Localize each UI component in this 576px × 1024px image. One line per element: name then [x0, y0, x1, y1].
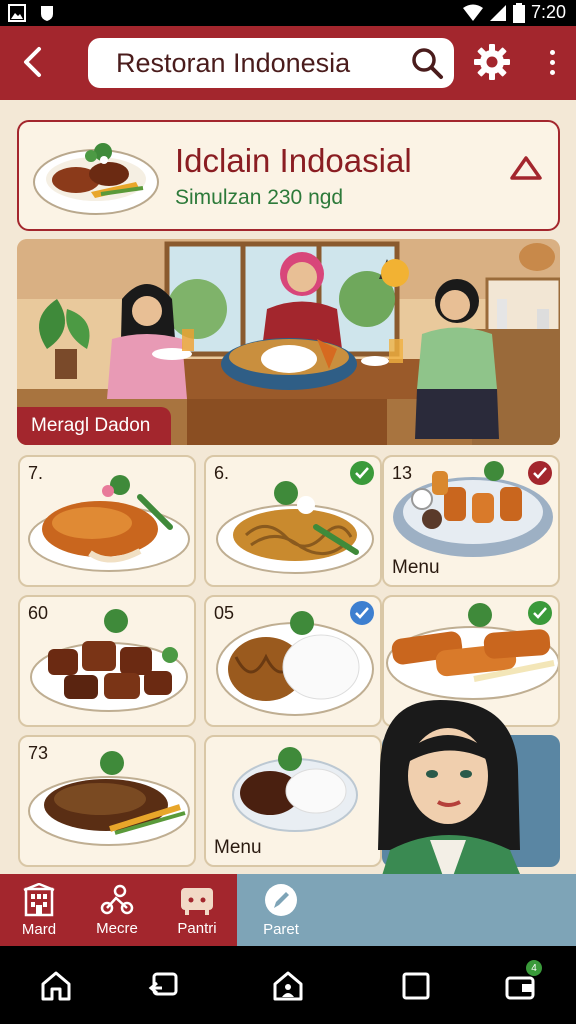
signal-icon [489, 4, 506, 21]
square-icon [402, 972, 430, 1000]
back-button[interactable] [12, 40, 52, 84]
menu-item[interactable]: 60 [18, 595, 196, 727]
app-bar: Restoran Indonesia [0, 26, 576, 100]
nav-label-paret: Paret [263, 920, 299, 938]
wallet-button[interactable]: 4 [504, 960, 542, 1004]
menu-item[interactable]: 13 Menu [382, 455, 560, 587]
nav-label-mard: Mard [21, 920, 57, 938]
cabinet-icon [181, 887, 213, 915]
notification-badge: 4 [526, 960, 542, 976]
more-options-button[interactable] [538, 42, 566, 82]
scooter-icon [100, 884, 134, 914]
roast-chicken-image [28, 475, 190, 572]
recents-button[interactable] [398, 968, 434, 1004]
selected-check-icon[interactable] [528, 461, 552, 485]
search-input[interactable]: Restoran Indonesia [88, 38, 454, 88]
building-icon [23, 882, 55, 916]
shield-icon [41, 6, 53, 21]
nav-label-pantri: Pantri [177, 919, 217, 937]
wifi-icon [462, 4, 483, 21]
selected-check-icon[interactable] [350, 601, 374, 625]
chevron-left-icon [24, 47, 41, 77]
menu-item-label: Menu [392, 557, 440, 578]
restaurant-title: Idclain Indoasial [175, 142, 412, 179]
nav-item-mecre[interactable]: Mecre [78, 874, 156, 946]
search-icon[interactable] [410, 46, 444, 80]
menu-item[interactable]: 73 [18, 735, 196, 867]
selected-check-icon[interactable] [528, 601, 552, 625]
menu-item-number: 6. [214, 463, 230, 483]
dish-thumbnail [33, 143, 159, 215]
pencil-icon [265, 883, 297, 916]
return-icon [148, 972, 178, 996]
battery-icon [512, 2, 525, 23]
status-bar: 7:20 [0, 0, 576, 26]
menu-item-number: 73 [28, 743, 49, 763]
menu-item-number: 13 [392, 463, 413, 483]
nav-item-mard[interactable]: Mard [0, 874, 78, 946]
home-button[interactable] [38, 968, 74, 1004]
selected-check-icon[interactable] [350, 461, 374, 485]
gallery-icon [8, 4, 26, 22]
search-value: Restoran Indonesia [116, 47, 351, 78]
menu-item-number: 05 [214, 603, 235, 623]
house-person-icon [273, 971, 303, 1001]
nav-item-pantri[interactable]: Pantri [158, 874, 236, 946]
system-nav-bar: 4 [0, 946, 576, 1024]
nav-item-paret[interactable]: Paret [242, 874, 320, 946]
status-left [8, 4, 56, 22]
menu-item-number: 7. [28, 463, 44, 483]
nav-label-mecre: Mecre [96, 919, 138, 937]
status-time: 7:20 [530, 2, 566, 22]
restaurant-banner[interactable]: Meragl Dadon [17, 239, 560, 445]
menu-item-number: 60 [28, 603, 49, 623]
bottom-nav: Mard Mecre Pantri Paret [0, 874, 576, 946]
settings-button[interactable] [470, 40, 514, 84]
menu-item[interactable]: 7. [18, 455, 196, 587]
restaurant-subtitle: Simulzan 230 ngd [175, 186, 344, 209]
triangle-up-icon[interactable] [508, 154, 544, 182]
menu-item[interactable]: 6. [204, 455, 382, 587]
status-right: 7:20 [462, 2, 566, 23]
restaurant-card[interactable]: Idclain Indoasial Simulzan 230 ngd [17, 120, 560, 231]
menu-item-label: Menu [214, 837, 262, 858]
home-icon [41, 971, 71, 1001]
banner-label: Meragl Dadon [17, 407, 171, 445]
gear-icon [474, 44, 510, 80]
back-system-button[interactable] [146, 968, 182, 1004]
assistant-button[interactable] [270, 968, 306, 1004]
